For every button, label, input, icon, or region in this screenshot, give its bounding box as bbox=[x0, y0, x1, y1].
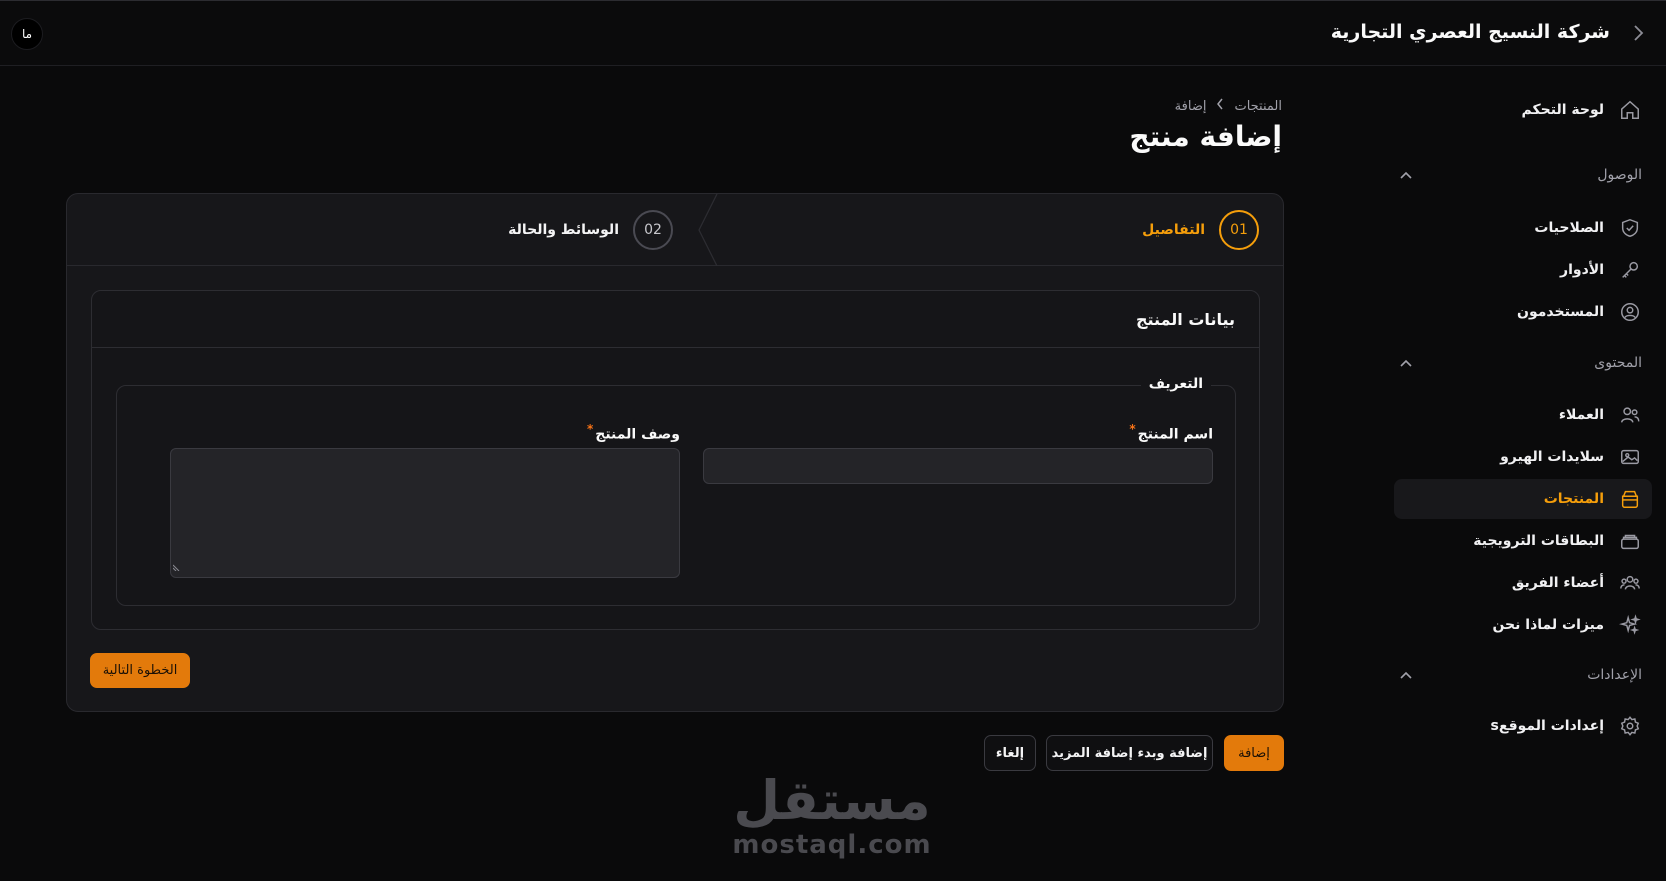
step-divider bbox=[698, 194, 718, 266]
chevron-right-icon[interactable] bbox=[1628, 23, 1648, 45]
sidebar-item-label: المستخدمون bbox=[1517, 304, 1604, 320]
sidebar-item-promo-cards[interactable]: البطاقات الترويجية bbox=[1394, 521, 1652, 561]
product-data-section: بيانات المنتج التعريف اسم المنتج* وصف ال… bbox=[91, 290, 1260, 630]
sidebar-item-hero-slides[interactable]: سلايدات الهيرو bbox=[1394, 437, 1652, 477]
add-and-more-button[interactable]: إضافة وبدء إضافة المزيد bbox=[1046, 735, 1213, 771]
gear-icon bbox=[1618, 714, 1642, 738]
sidebar-item-dashboard[interactable]: لوحة التحكم bbox=[1394, 90, 1652, 130]
sidebar-item-roles[interactable]: الأدوار bbox=[1394, 250, 1652, 290]
sidebar-item-label: أعضاء الفريق bbox=[1511, 575, 1604, 591]
nav-group-label: الوصول bbox=[1597, 167, 1642, 183]
sidebar: لوحة التحكم الوصول الصلاحيات الأدوار الم… bbox=[1380, 66, 1666, 881]
sidebar-item-label: الصلاحيات bbox=[1534, 220, 1604, 236]
page-title: إضافة منتج bbox=[1129, 120, 1282, 153]
sidebar-item-label: سلايدات الهيرو bbox=[1500, 449, 1604, 465]
nav-group-access[interactable]: الوصول bbox=[1394, 163, 1652, 187]
sidebar-item-permissions[interactable]: الصلاحيات bbox=[1394, 208, 1652, 248]
step-label: التفاصيل bbox=[1142, 222, 1205, 238]
step-media-status[interactable]: 02 الوسائط والحالة bbox=[508, 210, 673, 250]
image-icon bbox=[1618, 445, 1642, 469]
sidebar-item-why-us[interactable]: ميزات لماذا نحن bbox=[1394, 605, 1652, 645]
section-title: بيانات المنتج bbox=[92, 291, 1259, 348]
sidebar-item-label: لوحة التحكم bbox=[1521, 102, 1604, 118]
breadcrumb-current: إضافة bbox=[1174, 98, 1207, 114]
rectangle-stack-icon bbox=[1618, 529, 1642, 553]
sidebar-item-label: العملاء bbox=[1558, 407, 1604, 423]
next-step-button[interactable]: الخطوة التالية bbox=[90, 653, 190, 688]
brand-name: شركة النسيج العصري التجارية bbox=[1330, 21, 1610, 43]
watermark-latin: mostaql.com bbox=[732, 830, 932, 860]
archive-box-icon bbox=[1618, 487, 1642, 511]
label-text: وصف المنتج bbox=[595, 426, 680, 443]
product-name-input[interactable] bbox=[703, 448, 1213, 484]
breadcrumb-parent[interactable]: المنتجات bbox=[1234, 99, 1282, 114]
sidebar-item-team-members[interactable]: أعضاء الفريق bbox=[1394, 563, 1652, 603]
nav-group-content[interactable]: المحتوى bbox=[1394, 351, 1652, 375]
nav-group-label: الإعدادات bbox=[1587, 667, 1642, 683]
top-bar: شركة النسيج العصري التجارية ما bbox=[0, 0, 1666, 66]
nav-group-label: المحتوى bbox=[1594, 355, 1642, 371]
sidebar-item-clients[interactable]: العملاء bbox=[1394, 395, 1652, 435]
required-mark: * bbox=[1129, 422, 1136, 436]
key-icon bbox=[1618, 258, 1642, 282]
shield-check-icon bbox=[1618, 216, 1642, 240]
sidebar-item-label: إعدادات الموقعs bbox=[1490, 718, 1604, 734]
sidebar-item-label: البطاقات الترويجية bbox=[1473, 533, 1604, 549]
step-label: الوسائط والحالة bbox=[508, 222, 619, 238]
sidebar-item-label: ميزات لماذا نحن bbox=[1492, 617, 1604, 633]
breadcrumb: المنتجات إضافة bbox=[1175, 98, 1282, 114]
sidebar-item-products[interactable]: المنتجات bbox=[1394, 479, 1652, 519]
chevron-up-icon bbox=[1400, 168, 1412, 182]
avatar[interactable]: ما bbox=[11, 18, 43, 50]
chevron-left-icon bbox=[1216, 98, 1224, 114]
watermark-logo: مستقل mostaql.com bbox=[730, 769, 934, 860]
sidebar-item-site-settings[interactable]: إعدادات الموقعs bbox=[1394, 706, 1652, 746]
wizard-card: 01 التفاصيل 02 الوسائط والحالة بيانات ال… bbox=[66, 193, 1284, 712]
stepper: 01 التفاصيل 02 الوسائط والحالة bbox=[67, 194, 1283, 266]
home-icon bbox=[1618, 98, 1642, 122]
required-mark: * bbox=[586, 422, 594, 436]
resize-handle-icon[interactable] bbox=[172, 556, 181, 575]
label-text: اسم المنتج bbox=[1137, 426, 1213, 443]
watermark-arabic: مستقل bbox=[733, 769, 931, 832]
user-group-icon bbox=[1618, 571, 1642, 595]
product-description-textarea[interactable] bbox=[170, 448, 680, 578]
product-name-label: اسم المنتج* bbox=[1129, 422, 1213, 443]
step-number: 02 bbox=[633, 210, 673, 250]
step-number: 01 bbox=[1219, 210, 1259, 250]
user-circle-icon bbox=[1618, 300, 1642, 324]
chevron-up-icon bbox=[1400, 668, 1412, 682]
nav-group-settings[interactable]: الإعدادات bbox=[1394, 663, 1652, 687]
users-icon bbox=[1618, 403, 1642, 427]
chevron-up-icon bbox=[1400, 356, 1412, 370]
product-description-label: وصف المنتج* bbox=[587, 422, 680, 443]
fieldset-legend: التعريف bbox=[1140, 376, 1211, 392]
collapse-sidebar-icon bbox=[1634, 25, 1644, 41]
sidebar-item-label: المنتجات bbox=[1543, 491, 1604, 507]
sparkles-icon bbox=[1618, 613, 1642, 637]
sidebar-item-label: الأدوار bbox=[1560, 262, 1604, 278]
identification-fieldset: التعريف اسم المنتج* وصف المنتج* bbox=[116, 376, 1236, 606]
cancel-button[interactable]: إلغاء bbox=[984, 735, 1036, 771]
step-details[interactable]: 01 التفاصيل bbox=[1142, 210, 1259, 250]
sidebar-item-users[interactable]: المستخدمون bbox=[1394, 292, 1652, 332]
add-button[interactable]: إضافة bbox=[1224, 735, 1284, 771]
